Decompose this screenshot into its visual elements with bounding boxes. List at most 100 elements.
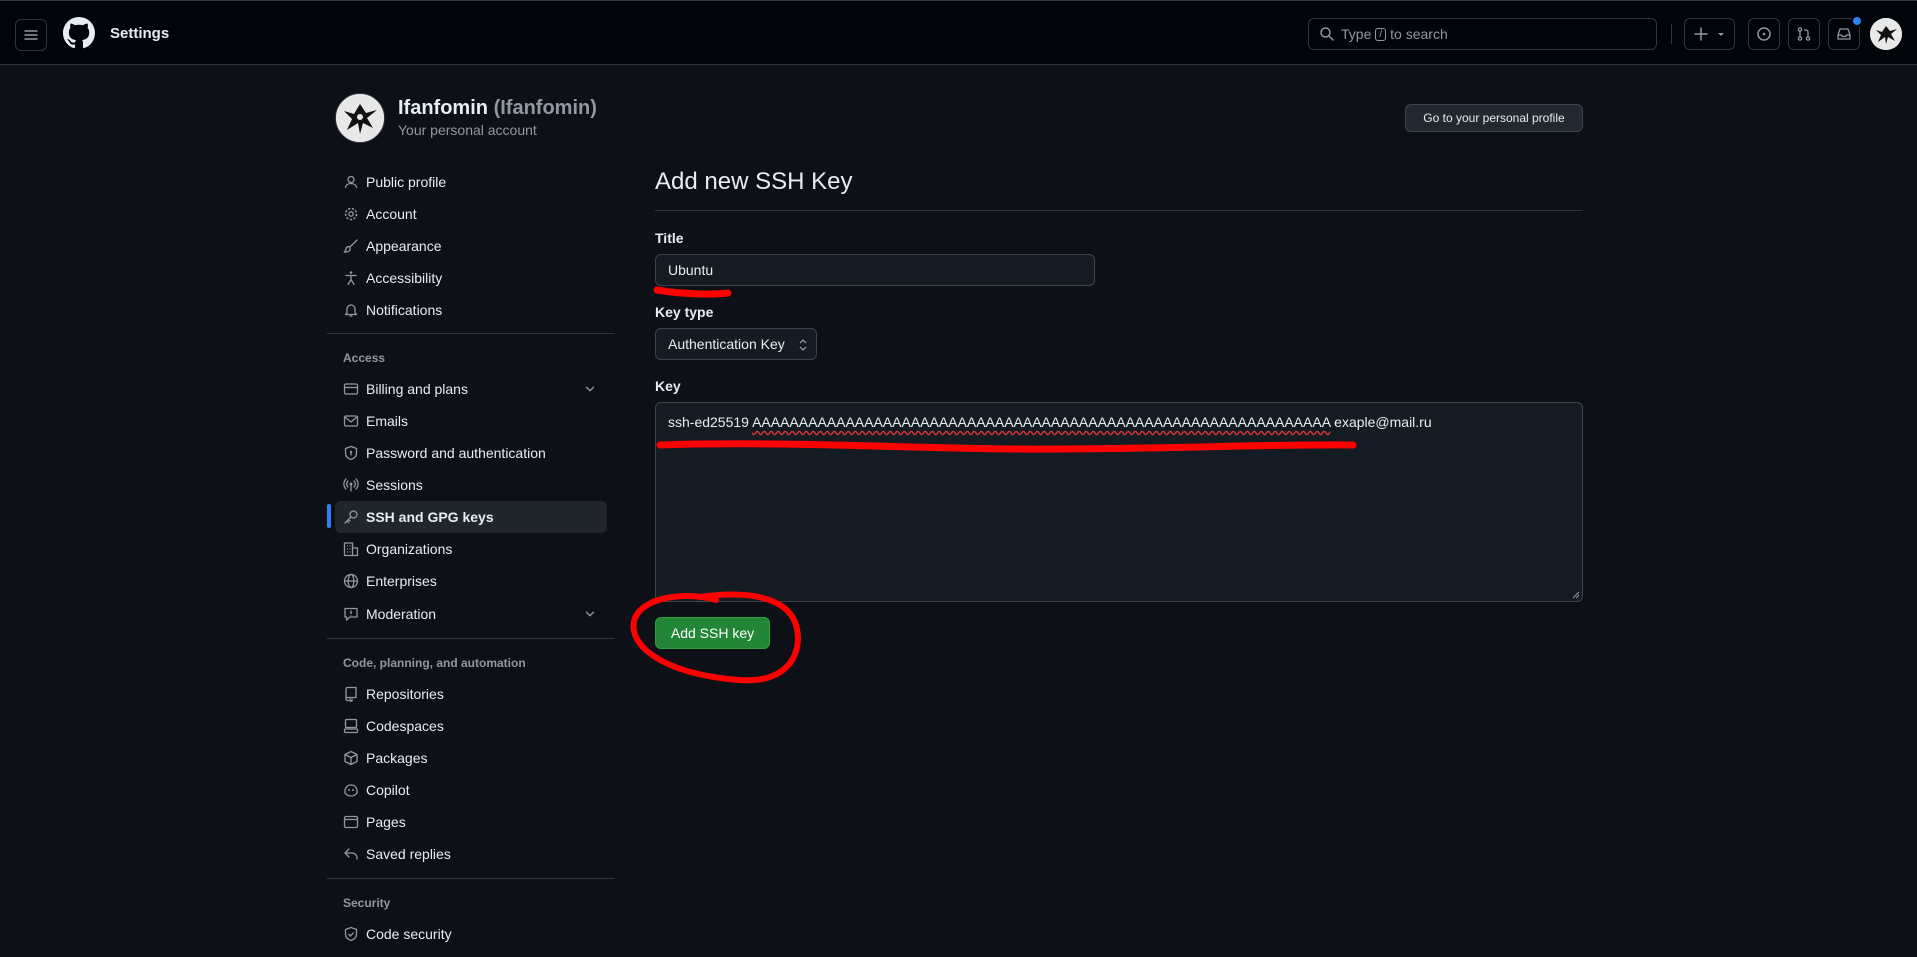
sidebar-item-codespaces[interactable]: Codespaces (335, 710, 607, 742)
page-title: Add new SSH Key (655, 168, 853, 195)
sidebar-item-saved-replies[interactable]: Saved replies (335, 838, 607, 870)
hamburger-icon (24, 30, 38, 40)
sidebar-item-label: Password and authentication (366, 445, 546, 461)
shield-check-icon (343, 926, 359, 942)
header-divider (1671, 24, 1672, 44)
sidebar-item-label: SSH and GPG keys (366, 509, 494, 525)
sidebar-item-label: Copilot (366, 782, 410, 798)
search-icon (1319, 26, 1335, 42)
sidebar-item-label: Sessions (366, 477, 423, 493)
triangle-down-icon (1717, 33, 1724, 36)
pull-requests-button[interactable] (1788, 18, 1820, 50)
user-avatar-button[interactable] (1870, 18, 1902, 50)
sidebar-divider (327, 333, 615, 334)
accessibility-icon (343, 270, 359, 286)
mail-icon (343, 413, 359, 429)
active-item-indicator (327, 504, 331, 528)
search-input[interactable]: Type / to search (1308, 18, 1657, 50)
bell-icon (343, 302, 359, 318)
sidebar-item-label: Saved replies (366, 846, 451, 862)
create-new-button[interactable] (1684, 18, 1735, 50)
sidebar-item-pages[interactable]: Pages (335, 806, 607, 838)
go-to-profile-button[interactable]: Go to your personal profile (1405, 104, 1583, 132)
sidebar-item-label: Codespaces (366, 718, 444, 734)
sidebar-item-emails[interactable]: Emails (335, 405, 607, 437)
chevron-down-icon[interactable] (583, 382, 597, 396)
broadcast-icon (343, 477, 359, 493)
github-logo-icon[interactable] (63, 17, 95, 49)
globe-icon (343, 573, 359, 589)
search-shortcut-key: / (1375, 27, 1387, 41)
sidebar-item-account[interactable]: Account (335, 198, 607, 230)
issues-button[interactable] (1748, 18, 1780, 50)
sidebar-item-repositories[interactable]: Repositories (335, 678, 607, 710)
codespaces-icon (343, 718, 359, 734)
account-login[interactable]: (Ifanfomin) (494, 97, 597, 119)
sidebar-divider (327, 638, 615, 639)
sidebar-item-label: Pages (366, 814, 406, 830)
browser-icon (343, 814, 359, 830)
sidebar-item-accessibility[interactable]: Accessibility (335, 262, 607, 294)
key-comment-text: exaple@mail.ru (1334, 414, 1432, 430)
key-type-select[interactable]: Authentication Key (655, 328, 817, 360)
key-field-label: Key (655, 378, 681, 394)
resize-handle-icon[interactable] (1570, 589, 1580, 599)
sidebar-item-label: Packages (366, 750, 428, 766)
account-name: Ifanfomin (Ifanfomin) (398, 97, 597, 120)
reply-icon (343, 846, 359, 862)
search-placeholder-prefix: Type (1341, 26, 1372, 42)
account-subtitle: Your personal account (398, 122, 537, 138)
title-divider (655, 210, 1583, 211)
page-context-title[interactable]: Settings (110, 25, 169, 42)
notification-indicator (1851, 15, 1863, 27)
sidebar-item-copilot[interactable]: Copilot (335, 774, 607, 806)
report-icon (343, 606, 359, 622)
title-input[interactable] (655, 254, 1095, 286)
key-prefix-text: ssh-ed25519 (668, 414, 749, 430)
key-body-text: AAAAAAAAAAAAAAAAAAAAAAAAAAAAAAAAAAAAAAAA… (752, 414, 1331, 430)
gear-icon (343, 206, 359, 222)
sidebar-item-password-authentication[interactable]: Password and authentication (335, 437, 607, 469)
paintbrush-icon (343, 238, 359, 254)
sidebar-item-appearance[interactable]: Appearance (335, 230, 607, 262)
sidebar-item-packages[interactable]: Packages (335, 742, 607, 774)
shield-lock-icon (343, 445, 359, 461)
account-display-name[interactable]: Ifanfomin (398, 97, 488, 119)
sidebar-item-label: Public profile (366, 174, 447, 190)
sidebar-item-label: Account (366, 206, 417, 222)
repo-icon (343, 686, 359, 702)
sidebar-item-sessions[interactable]: Sessions (335, 469, 607, 501)
add-ssh-key-button[interactable]: Add SSH key (655, 617, 770, 649)
sidebar-item-code-security[interactable]: Code security (335, 918, 607, 950)
sidebar-heading-access: Access (343, 351, 386, 365)
inbox-button[interactable] (1828, 15, 1863, 50)
chevron-down-icon[interactable] (583, 607, 597, 621)
organization-icon (343, 541, 359, 557)
top-header: Settings Type / to search (0, 0, 1917, 65)
sidebar-item-label: Code security (366, 926, 452, 942)
sidebar-item-public-profile[interactable]: Public profile (335, 166, 607, 198)
sidebar-item-label: Moderation (366, 606, 437, 622)
select-arrows-icon (798, 338, 808, 352)
sidebar-divider (327, 878, 615, 879)
sidebar-heading-code: Code, planning, and automation (343, 656, 526, 670)
search-placeholder-suffix: to search (1390, 26, 1448, 42)
key-type-label: Key type (655, 304, 714, 320)
sidebar-item-organizations[interactable]: Organizations (335, 533, 607, 565)
sidebar-item-notifications[interactable]: Notifications (335, 294, 607, 326)
sidebar-item-label: Billing and plans (366, 381, 468, 397)
package-icon (343, 750, 359, 766)
sidebar-heading-security: Security (343, 896, 391, 910)
hamburger-menu-button[interactable] (15, 19, 47, 51)
sidebar-item-label: Emails (366, 413, 409, 429)
credit-card-icon (343, 381, 359, 397)
title-field-label: Title (655, 230, 684, 246)
sidebar-item-enterprises[interactable]: Enterprises (335, 565, 607, 597)
key-type-selected-value: Authentication Key (668, 336, 785, 352)
plus-icon (1693, 27, 1708, 41)
sidebar-item-label: Notifications (366, 302, 443, 318)
key-textarea[interactable]: ssh-ed25519 AAAAAAAAAAAAAAAAAAAAAAAAAAAA… (655, 402, 1583, 602)
sidebar-item-ssh-gpg-keys[interactable]: SSH and GPG keys (335, 501, 607, 533)
sidebar-item-billing[interactable]: Billing and plans (335, 373, 607, 405)
sidebar-item-moderation[interactable]: Moderation (335, 598, 607, 630)
